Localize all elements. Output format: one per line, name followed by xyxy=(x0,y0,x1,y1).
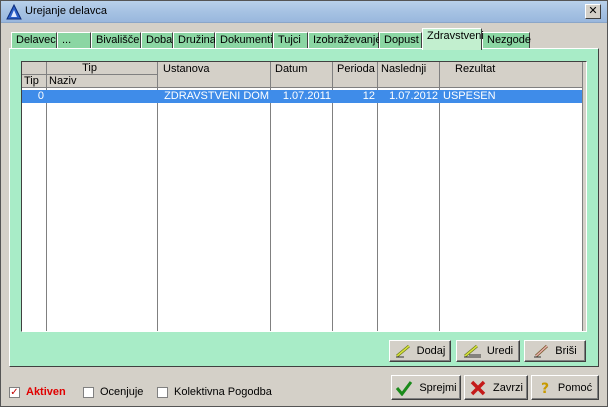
accept-button[interactable]: Sprejmi xyxy=(391,375,461,400)
dialog-window: Urejanje delavca ✕ Delavec ... Bivališče… xyxy=(0,0,608,407)
header-tip[interactable]: Tip xyxy=(22,75,47,88)
header-group-tip: Tip xyxy=(22,62,158,75)
edit-button[interactable]: Uredi xyxy=(456,340,520,362)
help-question-icon: ? xyxy=(541,381,549,396)
medical-checks-table[interactable]: Tip Tip Naziv Ustanova Datum Perioda Nas… xyxy=(21,61,587,332)
header-naslednji[interactable]: Naslednji xyxy=(378,62,440,88)
cell-ustanova: ZDRAVSTVENI DOM xyxy=(164,90,269,102)
close-icon[interactable]: ✕ xyxy=(585,4,601,19)
tab-nezgode[interactable]: Nezgode xyxy=(482,32,531,48)
checkmark-icon: ✓ xyxy=(9,386,20,398)
header-perioda[interactable]: Perioda xyxy=(333,62,378,88)
title-bar[interactable]: Urejanje delavca ✕ xyxy=(1,1,607,23)
tab-more[interactable]: ... xyxy=(57,32,91,48)
evaluates-checkbox[interactable]: Ocenjuje xyxy=(83,386,143,398)
help-button[interactable]: ? Pomoć xyxy=(531,375,599,400)
cell-perioda: 12 xyxy=(362,90,375,102)
delete-button[interactable]: Briši xyxy=(524,340,586,362)
header-ustanova[interactable]: Ustanova xyxy=(158,62,271,88)
app-triangle-icon xyxy=(6,4,22,20)
table-row[interactable]: 0 ZDRAVSTVENI DOM 1.07.2011 12 1.07.2012… xyxy=(22,90,586,103)
tab-izobrazevanje[interactable]: Izobraževanje xyxy=(308,32,382,48)
tab-page-zdravstveni: Tip Tip Naziv Ustanova Datum Perioda Nas… xyxy=(9,48,599,367)
pencil-edit-icon xyxy=(463,344,481,358)
add-button[interactable]: Dodaj xyxy=(389,340,451,362)
cell-naslednji: 1.07.2012 xyxy=(389,90,438,102)
tab-bivalisce[interactable]: Bivališče xyxy=(91,32,141,48)
header-rezultat[interactable]: Rezultat xyxy=(440,62,586,88)
red-x-icon xyxy=(470,380,486,395)
header-naziv[interactable]: Naziv xyxy=(47,75,158,88)
eraser-icon xyxy=(534,344,549,358)
tab-tujci[interactable]: Tujci xyxy=(273,32,308,48)
svg-text:?: ? xyxy=(541,381,549,396)
cell-datum: 1.07.2011 xyxy=(282,90,331,102)
pencil-add-icon xyxy=(395,344,410,358)
tab-druzina[interactable]: Družina xyxy=(173,32,216,48)
green-check-icon xyxy=(396,380,413,396)
header-datum[interactable]: Datum xyxy=(271,62,333,88)
collective-agreement-checkbox[interactable]: Kolektivna Pogodba xyxy=(157,386,272,398)
tab-dopust[interactable]: Dopust xyxy=(379,32,422,48)
tab-zdravstveni[interactable]: Zdravstveni xyxy=(422,28,484,50)
cell-tip: 0 xyxy=(37,90,44,102)
vertical-scrollbar[interactable] xyxy=(582,62,586,331)
active-checkbox[interactable]: ✓ Aktiven xyxy=(9,386,66,398)
tab-delavec[interactable]: Delavec xyxy=(11,32,57,48)
cell-rezultat: USPESEN xyxy=(443,90,496,102)
tab-dokumenti[interactable]: Dokumenti xyxy=(215,32,273,48)
tab-doba[interactable]: Doba xyxy=(141,32,173,48)
cancel-button[interactable]: Zavrzi xyxy=(464,375,528,400)
window-title: Urejanje delavca xyxy=(25,5,107,17)
